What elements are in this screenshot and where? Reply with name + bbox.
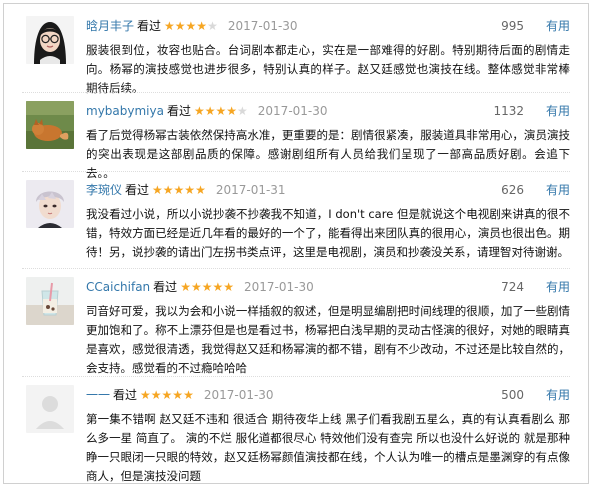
review-meta: CCaichifan 看过 ★★★★★ 2017-01-30 724 有用 (86, 278, 570, 296)
avatar-fox-icon (26, 101, 74, 149)
review-date: 2017-01-30 (227, 19, 298, 33)
avatar-boy-icon (26, 180, 74, 228)
user-avatar[interactable] (26, 385, 74, 433)
review-text: 服装很到位，妆容也贴合。台词剧本都走心，实在是一部难得的好剧。特别期待后面的剧情… (86, 43, 570, 95)
avatar-drink-icon (26, 277, 74, 325)
review-item: mybabymiya 看过 ★★★★★ 2017-01-30 1132 有用 看了后觉… (4, 93, 588, 180)
avatar-girl-glasses-icon (26, 16, 74, 64)
review-text: 第一集不错啊 赵又廷不违和 很适合 期待夜华上线 黑子们看我剧五星么，真的有认真… (86, 412, 570, 483)
review-item: 李琬仪 看过 ★★★★★ 2017-01-31 626 有用 我没看过小说，所以小说抄… (4, 172, 588, 268)
rating-stars: ★★★★★ (152, 183, 206, 197)
useful-button[interactable]: 有用 (546, 386, 570, 404)
useful-button[interactable]: 有用 (546, 17, 570, 35)
author-link[interactable]: CCaichifan (86, 280, 150, 294)
useful-button[interactable]: 有用 (546, 181, 570, 199)
rating-stars: ★★★★★ (193, 104, 248, 118)
review-item: CCaichifan 看过 ★★★★★ 2017-01-30 724 有用 司音好可爱… (4, 269, 588, 377)
vote-count: 724 (501, 280, 524, 294)
watched-label: 看过 (125, 183, 150, 197)
user-avatar[interactable] (26, 180, 74, 228)
review-meta: mybabymiya 看过 ★★★★★ 2017-01-30 1132 有用 (86, 102, 570, 120)
rating-stars: ★★★★★ (180, 280, 234, 294)
useful-button[interactable]: 有用 (546, 102, 570, 120)
review-meta: 一一 看过 ★★★★★ 2017-01-30 500 有用 (86, 386, 570, 404)
user-avatar[interactable] (26, 101, 74, 149)
author-link[interactable]: mybabymiya (86, 104, 164, 118)
author-link[interactable]: 晗月丰子 (86, 19, 134, 33)
watched-label: 看过 (137, 19, 162, 33)
watched-label: 看过 (153, 280, 178, 294)
rating-stars: ★★★★★ (140, 388, 194, 402)
review-meta: 晗月丰子 看过 ★★★★★ 2017-01-30 995 有用 (86, 17, 570, 35)
watched-label: 看过 (113, 388, 138, 402)
review-text: 司音好可爱，我以为会和小说一样插叙的叙述，但是明显编剧把时间线理的很顺，加了一些… (86, 304, 570, 375)
author-link[interactable]: 李琬仪 (86, 183, 122, 197)
watched-label: 看过 (166, 104, 191, 118)
author-link[interactable]: 一一 (86, 388, 110, 402)
review-date: 2017-01-31 (215, 183, 286, 197)
review-text: 我没看过小说，所以小说抄袭不抄袭我不知道，I don't care 但是就说这个… (86, 207, 570, 259)
review-date: 2017-01-30 (257, 104, 328, 118)
review-meta: 李琬仪 看过 ★★★★★ 2017-01-31 626 有用 (86, 181, 570, 199)
vote-count: 995 (501, 19, 524, 33)
user-avatar[interactable] (26, 277, 74, 325)
avatar-blank-icon (26, 385, 74, 433)
vote-count: 1132 (493, 104, 524, 118)
review-item: 晗月丰子 看过 ★★★★★ 2017-01-30 995 有用 服装很到位，妆容也贴合… (4, 8, 588, 95)
review-date: 2017-01-30 (243, 280, 314, 294)
rating-stars: ★★★★★ (164, 19, 218, 33)
vote-count: 626 (501, 183, 524, 197)
user-avatar[interactable] (26, 16, 74, 64)
vote-count: 500 (501, 388, 524, 402)
review-date: 2017-01-30 (203, 388, 274, 402)
review-list: 晗月丰子 看过 ★★★★★ 2017-01-30 995 有用 服装很到位，妆容也贴合… (3, 3, 589, 484)
review-item: 一一 看过 ★★★★★ 2017-01-30 500 有用 第一集不错啊 赵又廷不违和… (4, 377, 588, 483)
useful-button[interactable]: 有用 (546, 278, 570, 296)
